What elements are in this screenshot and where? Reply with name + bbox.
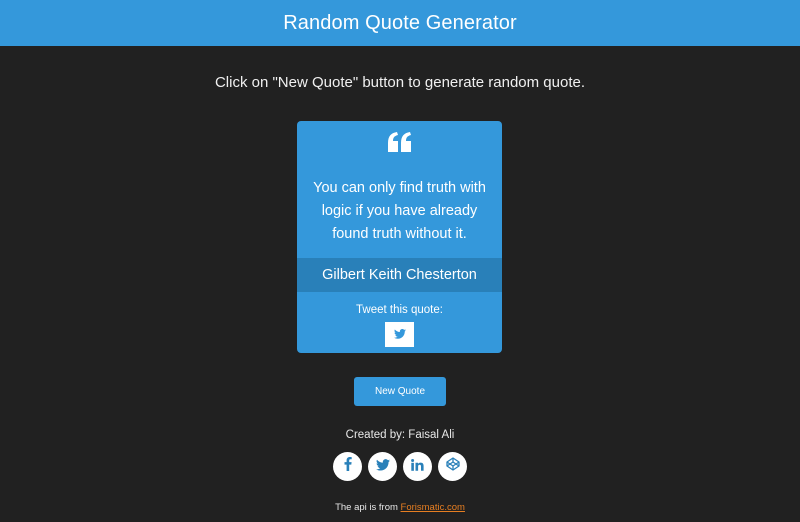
quote-text: You can only find truth with logic if yo…: [313, 180, 486, 242]
codepen-button[interactable]: [438, 452, 467, 481]
facebook-button[interactable]: [333, 452, 362, 481]
facebook-icon: [344, 457, 352, 476]
twitter-icon: [375, 458, 390, 476]
credit-text: Created by: Faisal Ali: [345, 429, 455, 441]
footer-prefix: The api is from: [335, 502, 401, 513]
quote-left-icon: [297, 129, 502, 155]
quote-author: Gilbert Keith Chesterton: [297, 258, 502, 292]
new-quote-button[interactable]: New Quote: [354, 377, 446, 406]
tweet-button[interactable]: [385, 322, 414, 347]
linkedin-icon: [411, 458, 424, 476]
tweet-label: Tweet this quote:: [356, 304, 443, 316]
quote-card: You can only find truth with logic if yo…: [297, 121, 502, 353]
page-title: Random Quote Generator: [283, 11, 517, 34]
intro-text: Click on "New Quote" button to generate …: [214, 74, 586, 91]
forismatic-link[interactable]: Forismatic.com: [401, 502, 465, 513]
twitter-icon: [393, 326, 406, 344]
linkedin-button[interactable]: [403, 452, 432, 481]
codepen-icon: [445, 457, 460, 476]
footer-text: The api is from Forismatic.com: [0, 502, 800, 513]
app-header: Random Quote Generator: [0, 0, 800, 46]
social-links: [333, 452, 467, 481]
twitter-button[interactable]: [368, 452, 397, 481]
